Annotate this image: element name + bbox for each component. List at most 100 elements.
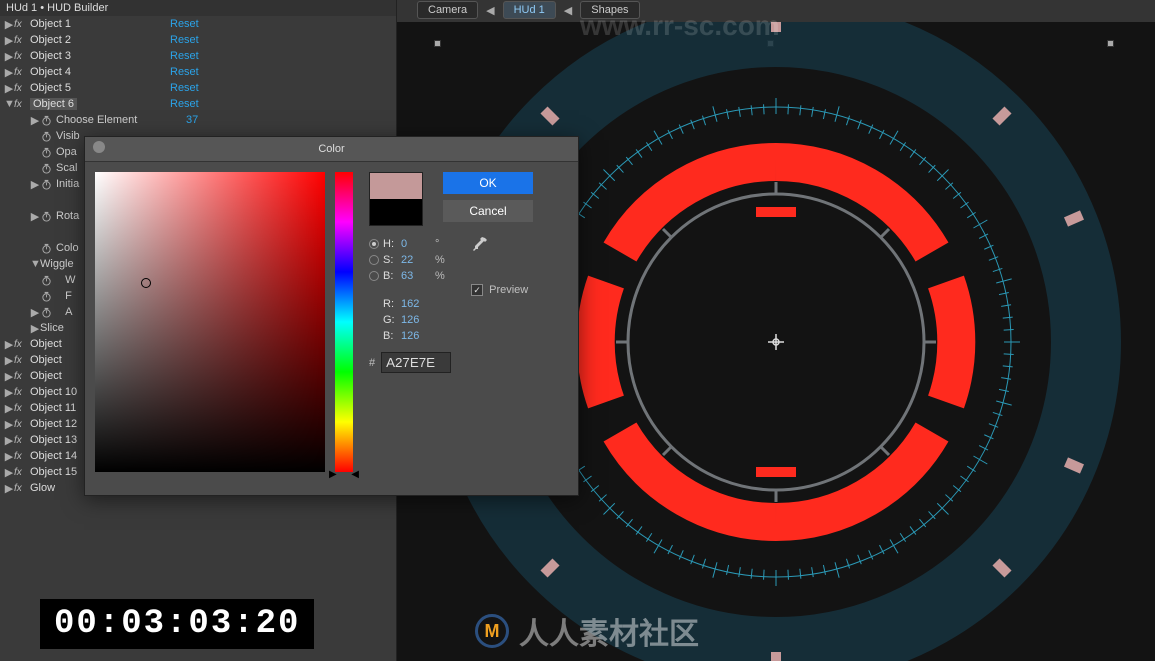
preview-checkbox[interactable]: ✓ (471, 284, 483, 296)
s-value[interactable]: 22 (401, 254, 431, 266)
radio-h[interactable] (369, 239, 379, 249)
reset-link[interactable]: Reset (170, 66, 199, 78)
r-label: R: (383, 298, 397, 310)
hue-slider[interactable]: ▶◀ (335, 172, 353, 472)
object-label: Object 6 (30, 98, 170, 110)
r-value[interactable]: 162 (401, 298, 431, 310)
stopwatch-icon[interactable] (40, 130, 52, 142)
twirl-icon[interactable]: ▶ (4, 418, 14, 431)
hex-input[interactable] (381, 352, 451, 373)
twirl-icon[interactable]: ▶ (30, 322, 40, 335)
object-row[interactable]: ▶ fx Object 3 Reset (0, 48, 396, 64)
cancel-button[interactable]: Cancel (443, 200, 533, 222)
fx-icon: fx (14, 19, 30, 30)
b2-label: B: (383, 330, 397, 342)
stopwatch-icon[interactable] (40, 178, 52, 190)
reset-link[interactable]: Reset (170, 82, 199, 94)
hex-hash: # (369, 357, 375, 369)
twirl-icon[interactable]: ▶ (4, 66, 14, 79)
saturation-value-field[interactable] (95, 172, 325, 472)
tab-camera[interactable]: Camera (417, 1, 478, 19)
h-unit: ° (435, 238, 439, 250)
stopwatch-icon[interactable] (40, 306, 52, 318)
twirl-icon[interactable]: ▶ (4, 338, 14, 351)
eyedropper-icon[interactable] (471, 236, 489, 254)
twirl-icon[interactable]: ▼ (4, 98, 14, 110)
stopwatch-icon[interactable] (40, 290, 52, 302)
fx-icon: fx (14, 67, 30, 78)
b2-value[interactable]: 126 (401, 330, 431, 342)
twirl-icon[interactable]: ▶ (4, 18, 14, 31)
b-value[interactable]: 63 (401, 270, 431, 282)
h-value[interactable]: 0 (401, 238, 431, 250)
fx-icon: fx (14, 483, 30, 494)
fx-icon: fx (14, 435, 30, 446)
twirl-icon[interactable]: ▶ (30, 306, 40, 319)
old-color-swatch (370, 199, 422, 225)
property-label: Choose Element (56, 114, 186, 126)
fx-icon: fx (14, 451, 30, 462)
object-label: Object 2 (30, 34, 170, 46)
twirl-icon[interactable]: ▶ (4, 466, 14, 479)
s-unit: % (435, 254, 445, 266)
fx-icon: fx (14, 403, 30, 414)
twirl-icon[interactable]: ▶ (4, 82, 14, 95)
footer-text: 人人素材社区 (519, 609, 699, 653)
twirl-icon[interactable]: ▶ (4, 354, 14, 367)
logo-icon: M (475, 614, 509, 648)
tab-hud1[interactable]: HUd 1 (503, 1, 556, 19)
twirl-icon[interactable]: ▶ (4, 50, 14, 63)
twirl-icon[interactable]: ▶ (30, 114, 40, 127)
stopwatch-icon[interactable] (40, 162, 52, 174)
stopwatch-icon[interactable] (40, 210, 52, 222)
twirl-icon[interactable]: ▼ (30, 258, 40, 270)
preview-label: Preview (489, 284, 528, 296)
object-row[interactable]: ▶ fx Object 5 Reset (0, 80, 396, 96)
twirl-icon[interactable]: ▶ (4, 482, 14, 495)
radio-b[interactable] (369, 271, 379, 281)
twirl-icon[interactable]: ▶ (4, 402, 14, 415)
twirl-icon[interactable]: ▶ (4, 370, 14, 383)
twirl-icon[interactable]: ▶ (4, 386, 14, 399)
dialog-title-text: Color (318, 143, 344, 155)
object-row[interactable]: ▶ fx Object 1 Reset (0, 16, 396, 32)
stopwatch-icon[interactable] (40, 146, 52, 158)
fx-icon: fx (14, 35, 30, 46)
twirl-icon[interactable]: ▶ (30, 178, 40, 191)
b-unit: % (435, 270, 445, 282)
fx-icon: fx (14, 51, 30, 62)
fx-icon: fx (14, 339, 30, 350)
sv-cursor[interactable] (141, 278, 151, 288)
object-row[interactable]: ▼ fx Object 6 Reset (0, 96, 396, 112)
breadcrumb: Camera ◀ HUd 1 ◀ Shapes (417, 0, 640, 20)
stopwatch-icon[interactable] (40, 242, 52, 254)
tab-shapes[interactable]: Shapes (580, 1, 639, 19)
twirl-icon[interactable]: ▶ (4, 450, 14, 463)
fx-icon: fx (14, 355, 30, 366)
g-value[interactable]: 126 (401, 314, 431, 326)
object-label: Object 4 (30, 66, 170, 78)
close-icon[interactable] (93, 141, 105, 153)
twirl-icon[interactable]: ▶ (4, 34, 14, 47)
twirl-icon[interactable]: ▶ (30, 210, 40, 223)
reset-link[interactable]: Reset (170, 50, 199, 62)
s-label: S: (383, 254, 397, 266)
reset-link[interactable]: Reset (170, 98, 199, 110)
stopwatch-icon[interactable] (40, 274, 52, 286)
ok-button[interactable]: OK (443, 172, 533, 194)
property-value[interactable]: 37 (186, 114, 198, 126)
object-label: Object 1 (30, 18, 170, 30)
fx-icon: fx (14, 83, 30, 94)
stopwatch-icon[interactable] (40, 114, 52, 126)
chevron-left-icon: ◀ (560, 4, 576, 17)
color-picker-dialog: Color ▶◀ OK Cancel H:0° S:22 (84, 136, 579, 496)
chevron-left-icon: ◀ (482, 4, 498, 17)
fx-icon: fx (14, 99, 30, 110)
radio-s[interactable] (369, 255, 379, 265)
reset-link[interactable]: Reset (170, 18, 199, 30)
twirl-icon[interactable]: ▶ (4, 434, 14, 447)
property-row[interactable]: ▶ Choose Element37 (0, 112, 396, 128)
reset-link[interactable]: Reset (170, 34, 199, 46)
object-row[interactable]: ▶ fx Object 4 Reset (0, 64, 396, 80)
object-row[interactable]: ▶ fx Object 2 Reset (0, 32, 396, 48)
